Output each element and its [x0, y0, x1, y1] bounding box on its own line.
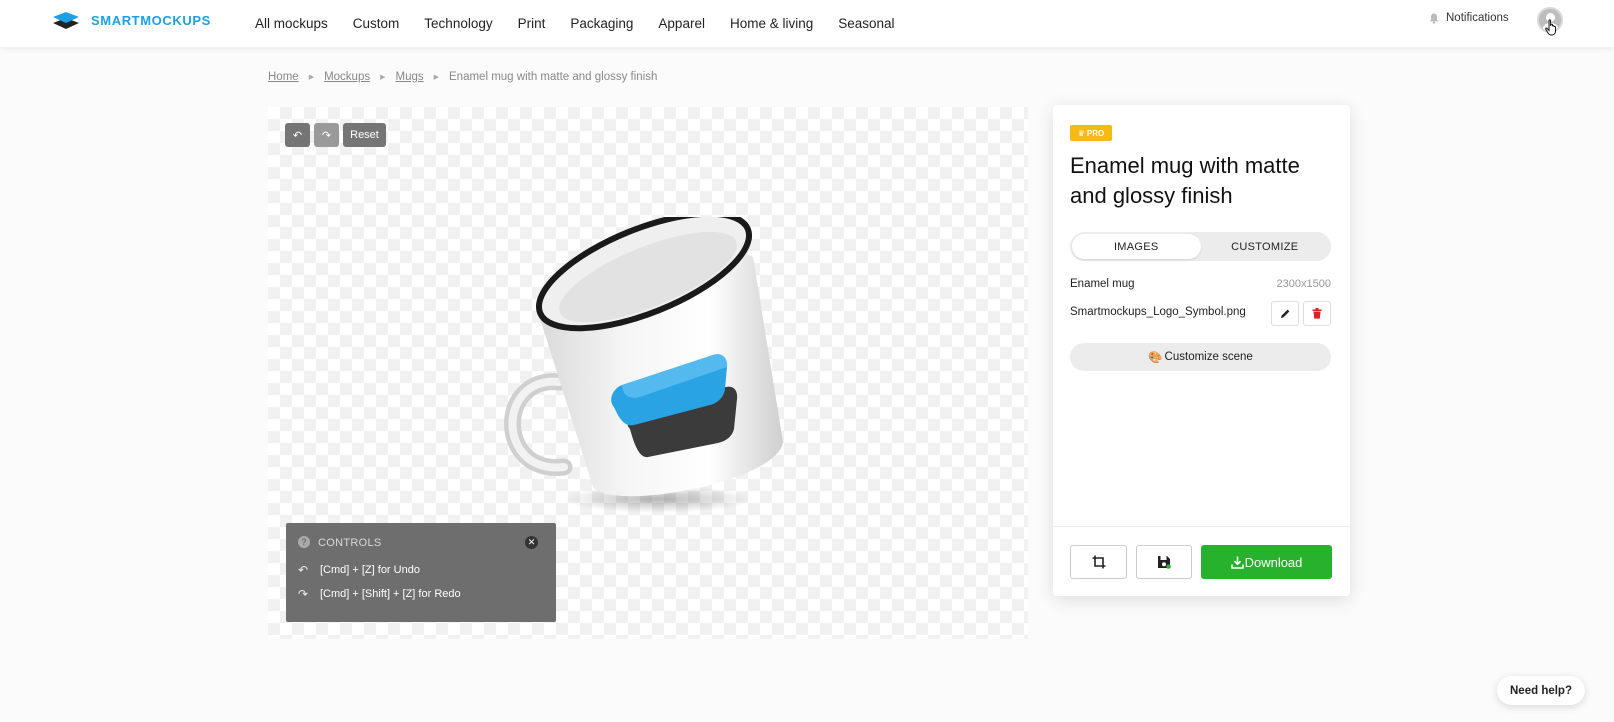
help-circle-icon: ? [298, 536, 310, 548]
reset-button[interactable]: Reset [343, 123, 386, 147]
undo-icon: ↶ [292, 129, 303, 142]
redo-icon: ↷ [321, 129, 332, 142]
brand-logo[interactable]: SMARTMOCKUPS [53, 10, 211, 30]
need-help-button[interactable]: Need help? [1497, 676, 1585, 705]
nav-item-apparel[interactable]: Apparel [658, 16, 705, 31]
uploaded-file-row: Smartmockups_Logo_Symbol.png [1070, 306, 1270, 318]
controls-redo-hint: [Cmd] + [Shift] + [Z] for Redo [320, 588, 461, 600]
bell-icon [1429, 13, 1439, 24]
save-mockup-button[interactable] [1136, 545, 1192, 579]
nav-item-seasonal[interactable]: Seasonal [838, 16, 894, 31]
hand-cursor-icon [1545, 19, 1556, 36]
download-label: Download [1244, 554, 1303, 570]
notifications-link[interactable]: Notifications [1429, 12, 1509, 24]
breadcrumb-separator-icon: ▶ [308, 74, 315, 81]
enamel-mug-image[interactable] [498, 217, 798, 517]
main-nav: All mockups Custom Technology Print Pack… [255, 0, 920, 47]
customize-scene-label: Customize scene [1164, 351, 1253, 363]
breadcrumb-separator-icon: ▶ [433, 74, 440, 81]
palette-icon: 🎨 [1148, 352, 1163, 364]
mockup-title: Enamel mug with matte and glossy finish [1070, 153, 1300, 208]
trash-icon [1312, 308, 1322, 319]
tab-customize[interactable]: CUSTOMIZE [1201, 234, 1330, 259]
controls-redo-row: ↷ [Cmd] + [Shift] + [Z] for Redo [298, 587, 461, 601]
pro-badge-label: PRO [1086, 128, 1105, 138]
delete-image-button[interactable] [1303, 301, 1331, 326]
controls-hint-panel: ? CONTROLS ✕ ↶ [Cmd] + [Z] for Undo ↷ [C… [286, 523, 556, 622]
image-info-row: Enamel mug 2300x1500 [1070, 278, 1331, 290]
breadcrumb-separator-icon: ▶ [380, 74, 386, 81]
tab-images[interactable]: IMAGES [1072, 234, 1201, 259]
breadcrumb-current: Enamel mug with matte and glossy finish [449, 71, 658, 83]
controls-title: CONTROLS [318, 537, 382, 549]
image-dimensions: 2300x1500 [1276, 278, 1331, 290]
mockup-canvas[interactable]: ↶ ↷ Reset ? CONTROLS ✕ ↶ [Cmd] + [Z] for… [268, 107, 1028, 639]
redo-icon: ↷ [298, 587, 309, 601]
smartmockups-logo-icon [53, 12, 79, 29]
uploaded-file-name: Smartmockups_Logo_Symbol.png [1070, 306, 1246, 318]
top-header: SMARTMOCKUPS All mockups Custom Technolo… [0, 0, 1614, 47]
edit-image-button[interactable] [1271, 301, 1299, 326]
breadcrumb-mugs[interactable]: Mugs [396, 71, 424, 83]
nav-item-print[interactable]: Print [518, 16, 546, 31]
nav-item-all-mockups[interactable]: All mockups [255, 16, 328, 31]
crop-button[interactable] [1070, 545, 1127, 579]
nav-item-packaging[interactable]: Packaging [570, 16, 633, 31]
image-name: Enamel mug [1070, 278, 1135, 290]
breadcrumb-mockups[interactable]: Mockups [324, 71, 370, 83]
breadcrumb-home[interactable]: Home [268, 71, 299, 83]
nav-item-custom[interactable]: Custom [353, 16, 400, 31]
save-icon [1158, 556, 1171, 569]
undo-icon: ↶ [298, 563, 309, 577]
download-button[interactable]: Download [1201, 545, 1332, 579]
crown-icon: ♛ [1077, 128, 1085, 138]
mockup-details-panel: ♛ PRO Enamel mug with matte and glossy f… [1053, 105, 1350, 596]
controls-undo-row: ↶ [Cmd] + [Z] for Undo [298, 563, 420, 577]
redo-button[interactable]: ↷ [314, 123, 339, 147]
brand-name: SMARTMOCKUPS [91, 12, 211, 28]
close-icon[interactable]: ✕ [525, 536, 538, 549]
undo-button[interactable]: ↶ [285, 123, 310, 147]
customize-scene-button[interactable]: 🎨 Customize scene [1070, 343, 1331, 371]
nav-item-home-living[interactable]: Home & living [730, 16, 813, 31]
controls-undo-hint: [Cmd] + [Z] for Undo [320, 564, 420, 576]
pencil-icon [1280, 309, 1289, 318]
panel-divider [1053, 526, 1350, 527]
nav-item-technology[interactable]: Technology [424, 16, 492, 31]
panel-tabs: IMAGES CUSTOMIZE [1070, 232, 1331, 261]
pro-badge: ♛ PRO [1070, 125, 1112, 141]
notifications-label: Notifications [1446, 12, 1509, 24]
breadcrumb: Home ▶ Mockups ▶ Mugs ▶ Enamel mug with … [268, 71, 657, 83]
crop-icon [1092, 555, 1105, 569]
download-icon [1230, 556, 1244, 569]
